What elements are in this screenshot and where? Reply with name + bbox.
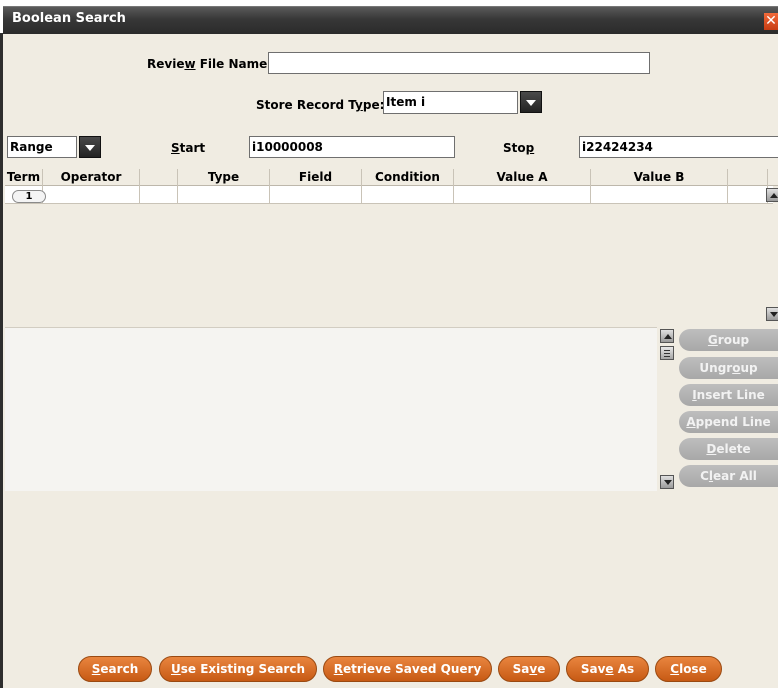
- search-button[interactable]: Search: [78, 656, 152, 682]
- field-cell[interactable]: [270, 186, 362, 204]
- query-expression-area[interactable]: [5, 327, 657, 491]
- end-cell[interactable]: [728, 186, 768, 204]
- save-button[interactable]: Save: [498, 656, 560, 682]
- condition-cell[interactable]: [362, 186, 454, 204]
- close-window-icon[interactable]: ✕: [764, 13, 778, 30]
- column-header-type[interactable]: Type: [178, 169, 270, 186]
- column-header-blank[interactable]: [140, 169, 178, 186]
- close-button[interactable]: Close: [655, 656, 722, 682]
- query-scroll-thumb[interactable]: [660, 346, 674, 360]
- terms-table-header: Term Operator Type Field Condition Value…: [5, 169, 778, 186]
- value-b-cell[interactable]: [591, 186, 728, 204]
- column-header-value-a[interactable]: Value A: [454, 169, 591, 186]
- operator-cell[interactable]: [43, 186, 140, 204]
- ungroup-button[interactable]: Ungroup: [679, 357, 778, 379]
- insert-line-button[interactable]: Insert Line: [679, 384, 778, 406]
- grid-scroll-down-icon[interactable]: [766, 307, 778, 321]
- range-dropdown-button[interactable]: [79, 136, 101, 158]
- table-row[interactable]: [5, 186, 773, 204]
- window-border: [0, 33, 3, 688]
- use-existing-search-button[interactable]: Use Existing Search: [159, 656, 317, 682]
- column-header-term[interactable]: Term: [5, 169, 43, 186]
- query-scroll-down-icon[interactable]: [660, 475, 674, 489]
- review-file-label: Review File Name:: [147, 57, 273, 71]
- group-button[interactable]: Group: [679, 329, 778, 351]
- column-header-end[interactable]: [728, 169, 768, 186]
- start-label: Start: [171, 141, 206, 155]
- delete-button[interactable]: Delete: [679, 438, 778, 460]
- type-cell[interactable]: [178, 186, 270, 204]
- clear-all-button[interactable]: Clear All: [679, 465, 778, 487]
- grid-scroll-up-icon[interactable]: [766, 188, 778, 202]
- window-title: Boolean Search: [12, 11, 126, 26]
- column-header-condition[interactable]: Condition: [362, 169, 454, 186]
- blank-cell[interactable]: [140, 186, 178, 204]
- column-header-field[interactable]: Field: [270, 169, 362, 186]
- term-number-button[interactable]: 1: [12, 190, 46, 203]
- stop-label: Stop: [503, 141, 535, 155]
- stop-input[interactable]: i22424234: [579, 136, 778, 158]
- append-line-button[interactable]: Append Line: [679, 411, 778, 433]
- store-record-type-label: Store Record Type:: [256, 98, 385, 112]
- column-header-value-b[interactable]: Value B: [591, 169, 728, 186]
- save-as-button[interactable]: Save As: [566, 656, 649, 682]
- value-a-cell[interactable]: [454, 186, 591, 204]
- start-input[interactable]: i10000008: [249, 136, 455, 158]
- store-record-dropdown-button[interactable]: [520, 91, 542, 113]
- retrieve-saved-query-button[interactable]: Retrieve Saved Query: [323, 656, 492, 682]
- review-file-input[interactable]: [268, 52, 650, 74]
- column-header-operator[interactable]: Operator: [43, 169, 140, 186]
- query-scroll-track[interactable]: [660, 342, 674, 462]
- range-select[interactable]: Range: [7, 136, 77, 158]
- query-scroll-up-icon[interactable]: [660, 329, 674, 343]
- store-record-type-select[interactable]: Item i: [383, 91, 518, 114]
